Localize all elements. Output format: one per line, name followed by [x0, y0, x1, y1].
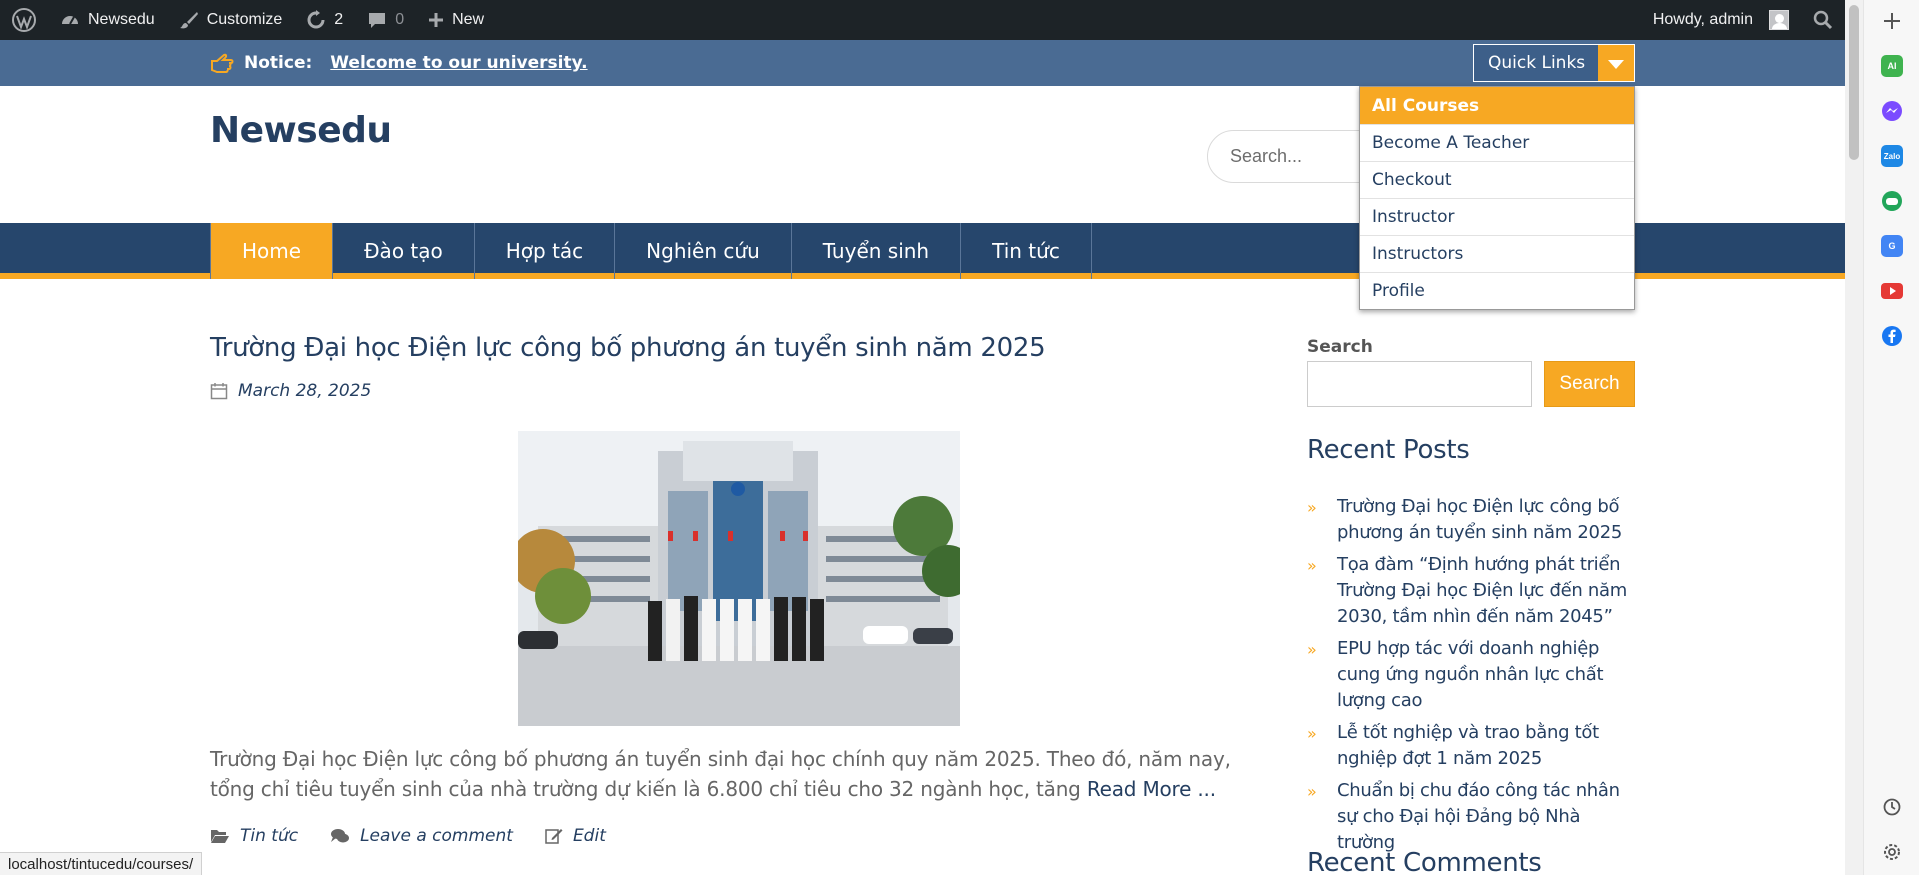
recent-post-link[interactable]: Trường Đại học Điện lực công bố phương á… [1337, 494, 1637, 546]
history-icon[interactable] [1879, 794, 1905, 820]
recent-post-link[interactable]: EPU hợp tác với doanh nghiệp cung ứng ng… [1337, 636, 1637, 714]
calendar-icon [210, 383, 228, 400]
list-item: » Trường Đại học Điện lực công bố phương … [1307, 494, 1637, 546]
sidebar-search-input[interactable] [1307, 361, 1532, 407]
customize-label: Customize [206, 11, 283, 28]
settings-icon[interactable] [1879, 839, 1905, 865]
brush-icon [179, 12, 198, 29]
translate-icon[interactable]: G [1879, 233, 1905, 259]
status-url: localhost/tintucedu/courses/ [0, 852, 203, 875]
customize-link[interactable]: Customize [167, 0, 295, 40]
nav-item-home[interactable]: Home [210, 223, 334, 279]
recent-post-link[interactable]: Tọa đàm “Định hướng phát triển Trường Đạ… [1337, 552, 1637, 630]
youtube-icon[interactable] [1879, 278, 1905, 304]
notice-bar: Notice: Welcome to our university. Quick… [0, 40, 1845, 86]
new-content-link[interactable]: New [416, 0, 496, 40]
recent-posts-heading: Recent Posts [1307, 435, 1470, 465]
list-item: » Lễ tốt nghiệp và trao bằng tốt nghiệp đ… [1307, 720, 1637, 772]
recent-post-link[interactable]: Chuẩn bị chu đáo công tác nhân sự cho Đạ… [1337, 778, 1637, 856]
new-label: New [452, 11, 485, 28]
facebook-icon[interactable] [1879, 323, 1905, 349]
greeting-label: Howdy, admin [1652, 11, 1753, 28]
post-title[interactable]: Trường Đại học Điện lực công bố phương á… [210, 333, 1046, 363]
double-chevron-icon: » [1307, 782, 1317, 801]
site-name-link[interactable]: Newsedu [48, 0, 167, 40]
quick-links-menu: All Courses Become A Teacher Checkout In… [1359, 86, 1635, 310]
nav-item-nghien-cuu[interactable]: Nghiên cứu [615, 223, 792, 279]
nav-item-tin-tuc[interactable]: Tin tức [961, 223, 1092, 279]
plus-icon [429, 13, 444, 27]
post-date-link[interactable]: March 28, 2025 [238, 381, 371, 401]
browser-side-panel: AI Zalo G [1863, 0, 1919, 875]
search-icon [1813, 10, 1833, 30]
list-item: » EPU hợp tác với doanh nghiệp cung ứng n… [1307, 636, 1637, 714]
zalo-icon[interactable]: Zalo [1879, 143, 1905, 169]
double-chevron-icon: » [1307, 556, 1317, 575]
comments-link[interactable]: 0 [355, 0, 416, 40]
updates-count: 2 [334, 11, 344, 28]
wordpress-logo-button[interactable] [0, 0, 48, 40]
comments-icon [331, 829, 350, 843]
wordpress-icon [12, 8, 36, 32]
menu-item-checkout[interactable]: Checkout [1360, 161, 1634, 198]
folder-open-icon [211, 830, 229, 843]
ai-icon[interactable]: AI [1879, 53, 1905, 79]
nav-item-dao-tao[interactable]: Đào tạo [333, 223, 475, 279]
caret-down-icon[interactable] [1598, 45, 1634, 81]
university-building-photo [518, 431, 960, 726]
recent-post-link[interactable]: Lễ tốt nghiệp và trao bằng tốt nghiệp đợ… [1337, 720, 1637, 772]
featured-image[interactable] [518, 431, 960, 726]
menu-item-instructors[interactable]: Instructors [1360, 235, 1634, 272]
updates-link[interactable]: 2 [294, 0, 355, 40]
admin-bar: Newsedu Customize 2 0 New Howdy, admin [0, 0, 1845, 40]
menu-item-become-a-teacher[interactable]: Become A Teacher [1360, 124, 1634, 161]
search-placeholder: Search... [1230, 146, 1303, 166]
avatar [1769, 10, 1789, 30]
hand-pointer-icon [211, 53, 234, 73]
read-more-link[interactable]: Read More ... [1087, 777, 1216, 801]
comments-count: 0 [395, 11, 405, 28]
recent-comments-heading: Recent Comments [1307, 848, 1542, 875]
notice: Notice: Welcome to our university. [210, 40, 588, 86]
admin-search-button[interactable] [1801, 0, 1845, 40]
sidebar-search-button[interactable]: Search [1544, 361, 1635, 407]
plus-icon[interactable] [1879, 8, 1905, 34]
sidebar-search-label: Search [1307, 337, 1373, 357]
post-meta: Tin tức Leave a comment Edit [210, 826, 606, 846]
notice-message-link[interactable]: Welcome to our university. [330, 53, 587, 73]
quick-links-dropdown[interactable]: Quick Links [1473, 44, 1635, 82]
dashboard-icon [62, 16, 78, 25]
updates-icon [307, 10, 325, 29]
scrollbar-thumb[interactable] [1849, 5, 1859, 160]
nav-item-tuyen-sinh[interactable]: Tuyển sinh [792, 223, 962, 279]
menu-item-instructor[interactable]: Instructor [1360, 198, 1634, 235]
category-link[interactable]: Tin tức [240, 826, 298, 846]
double-chevron-icon: » [1307, 724, 1317, 743]
post-excerpt-text: Trường Đại học Điện lực công bố phương á… [210, 747, 1231, 801]
site-name-label: Newsedu [88, 11, 155, 28]
menu-item-profile[interactable]: Profile [1360, 272, 1634, 309]
double-chevron-icon: » [1307, 498, 1317, 517]
menu-item-all-courses[interactable]: All Courses [1360, 87, 1634, 124]
notice-label: Notice: [244, 53, 313, 73]
nav-item-hop-tac[interactable]: Hợp tác [475, 223, 616, 279]
list-item: » Tọa đàm “Định hướng phát triển Trường Đ… [1307, 552, 1637, 630]
recent-posts-list: » Trường Đại học Điện lực công bố phương … [1307, 494, 1637, 862]
post-date: March 28, 2025 [210, 381, 371, 401]
list-item: » Chuẩn bị chu đáo công tác nhân sự cho Đ… [1307, 778, 1637, 856]
leave-comment-link[interactable]: Leave a comment [360, 826, 513, 846]
comment-icon [369, 13, 386, 28]
edit-link[interactable]: Edit [573, 826, 606, 846]
game-icon[interactable] [1879, 188, 1905, 214]
post-excerpt: Trường Đại học Điện lực công bố phương á… [210, 744, 1260, 804]
quick-links-label: Quick Links [1488, 53, 1586, 73]
site-title[interactable]: Newsedu [210, 110, 392, 151]
edit-icon [545, 829, 563, 844]
my-account-link[interactable]: Howdy, admin [1641, 0, 1801, 40]
double-chevron-icon: » [1307, 640, 1317, 659]
messenger-icon[interactable] [1879, 98, 1905, 124]
page-scrollbar[interactable] [1845, 0, 1863, 875]
